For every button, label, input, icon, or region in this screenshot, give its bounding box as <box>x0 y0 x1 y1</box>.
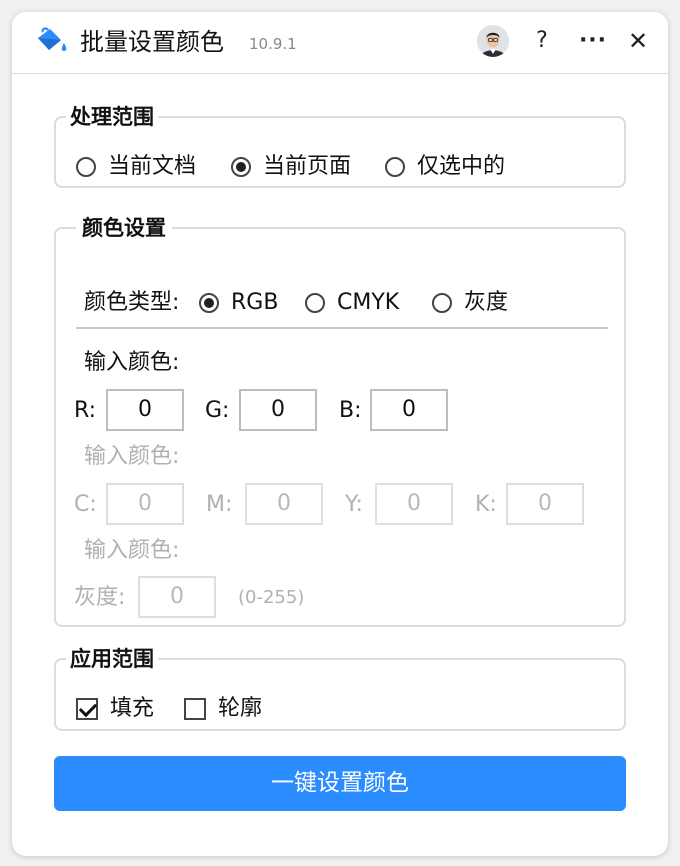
radio-label: 当前页面 <box>263 154 352 179</box>
y-label: Y: <box>345 492 363 517</box>
radio-indicator[interactable] <box>385 157 405 177</box>
color-settings-legend: 颜色设置 <box>82 216 166 240</box>
m-label: M: <box>206 492 233 517</box>
more-options-button[interactable]: ··· <box>578 26 608 56</box>
radio-label: 仅选中的 <box>417 154 506 179</box>
user-avatar[interactable] <box>477 25 509 57</box>
radio-label: CMYK <box>337 290 400 315</box>
apply-color-button[interactable]: 一键设置颜色 <box>54 756 626 811</box>
color-settings-group: 颜色设置 颜色类型: RGB CMYK 灰度 输入颜色: R: 0 G: 0 B… <box>54 215 626 627</box>
help-button[interactable]: ? <box>530 26 554 56</box>
radio-grayscale[interactable]: 灰度 <box>432 290 508 316</box>
g-input[interactable]: 0 <box>239 389 317 431</box>
m-input[interactable]: 0 <box>245 483 323 525</box>
radio-selected-only[interactable]: 仅选中的 <box>385 154 505 180</box>
radio-cmyk[interactable]: CMYK <box>305 290 399 316</box>
r-label: R: <box>74 398 97 423</box>
checkbox-fill[interactable]: 填充 <box>76 696 154 722</box>
app-title: 批量设置颜色 <box>80 28 224 56</box>
gray-range-hint: (0-255) <box>238 587 305 608</box>
cmyk-input-label: 输入颜色: <box>84 444 180 469</box>
r-input[interactable]: 0 <box>106 389 184 431</box>
gray-input-label: 输入颜色: <box>84 538 180 563</box>
k-label: K: <box>475 492 497 517</box>
checkbox-indicator[interactable] <box>76 698 98 720</box>
rgb-input-label: 输入颜色: <box>84 350 180 375</box>
divider <box>76 327 608 329</box>
apply-range-legend: 应用范围 <box>70 647 154 671</box>
avatar-icon <box>477 25 509 57</box>
radio-indicator[interactable] <box>432 293 452 313</box>
radio-indicator[interactable] <box>76 157 96 177</box>
apply-range-group: 应用范围 填充 轮廓 <box>54 646 626 731</box>
title-bar: 批量设置颜色 10.9.1 ? ··· ✕ <box>12 12 668 74</box>
gray-input[interactable]: 0 <box>138 576 216 618</box>
checkbox-outline[interactable]: 轮廓 <box>184 696 262 722</box>
b-label: B: <box>339 398 362 423</box>
checkbox-label: 轮廓 <box>218 696 263 721</box>
radio-indicator[interactable] <box>231 157 251 177</box>
g-label: G: <box>205 398 230 423</box>
radio-label: 当前文档 <box>108 154 197 179</box>
radio-current-page[interactable]: 当前页面 <box>231 154 351 180</box>
radio-indicator[interactable] <box>199 293 219 313</box>
radio-label: 灰度 <box>464 290 509 315</box>
app-version: 10.9.1 <box>249 35 297 53</box>
k-input[interactable]: 0 <box>506 483 584 525</box>
y-input[interactable]: 0 <box>375 483 453 525</box>
radio-current-document[interactable]: 当前文档 <box>76 154 196 180</box>
checkbox-label: 填充 <box>110 696 155 721</box>
radio-indicator[interactable] <box>305 293 325 313</box>
radio-label: RGB <box>231 290 279 315</box>
checkbox-indicator[interactable] <box>184 698 206 720</box>
color-type-label: 颜色类型: <box>84 290 180 315</box>
dialog-window: 批量设置颜色 10.9.1 ? ··· ✕ 处理范围 当前文档 当前页面 仅选中… <box>12 12 668 856</box>
c-label: C: <box>74 492 97 517</box>
processing-range-group: 处理范围 当前文档 当前页面 仅选中的 <box>54 104 626 188</box>
radio-rgb[interactable]: RGB <box>199 290 278 316</box>
paint-bucket-icon <box>38 27 67 51</box>
close-button[interactable]: ✕ <box>624 26 652 56</box>
gray-label: 灰度: <box>74 585 126 610</box>
b-input[interactable]: 0 <box>370 389 448 431</box>
c-input[interactable]: 0 <box>106 483 184 525</box>
processing-range-legend: 处理范围 <box>70 105 154 129</box>
